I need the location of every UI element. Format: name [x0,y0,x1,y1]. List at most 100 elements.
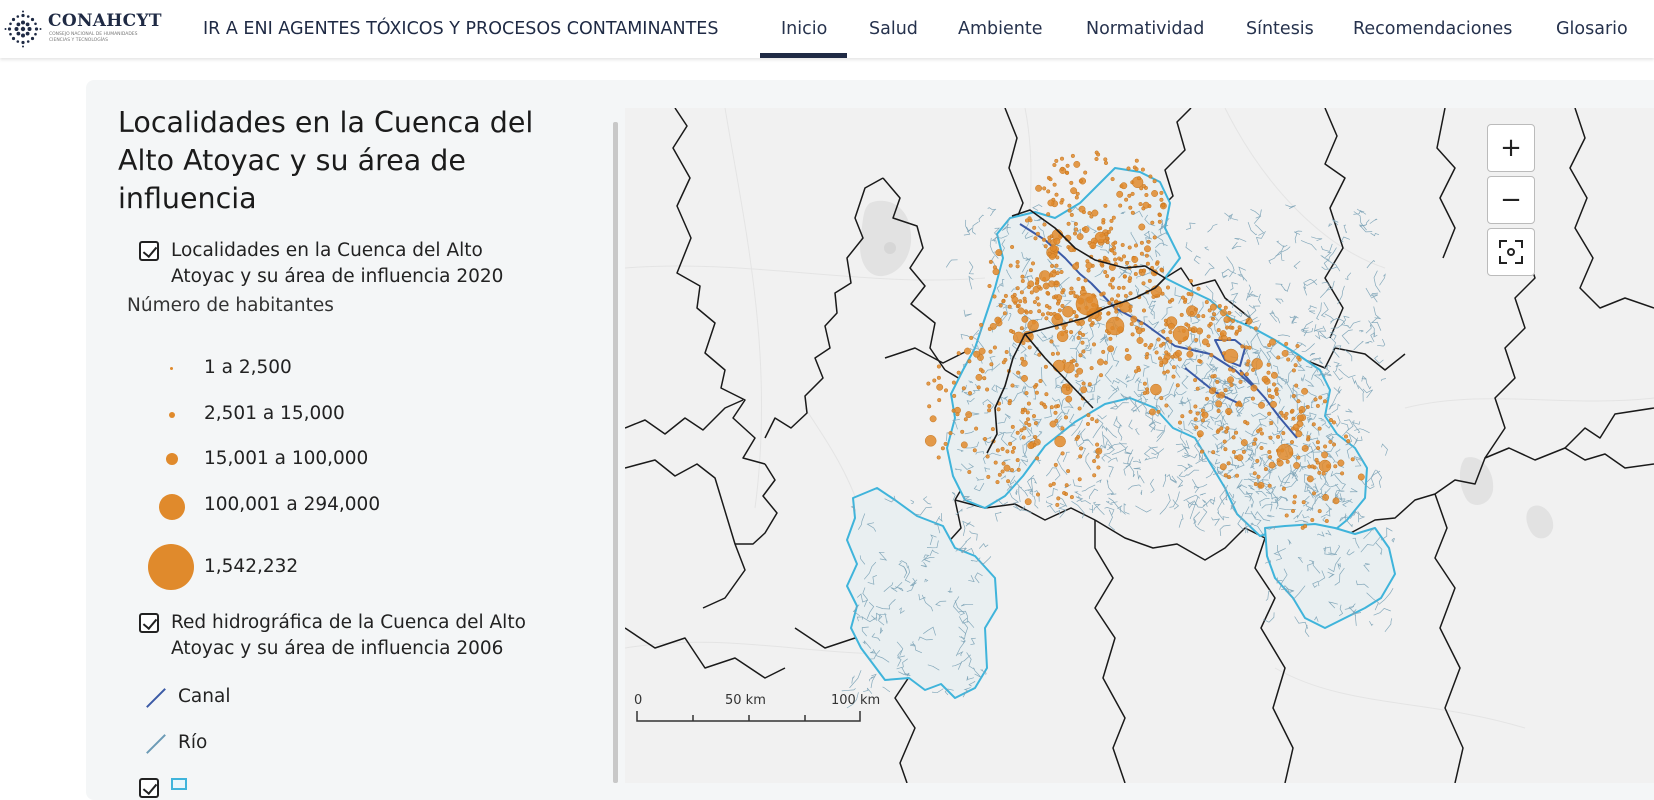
locality-dot[interactable] [1131,333,1135,337]
locality-dot[interactable] [1062,288,1066,292]
locality-dot[interactable] [996,249,1002,255]
locality-dot[interactable] [1171,355,1175,359]
locality-dot[interactable] [1160,198,1164,202]
locality-dot[interactable] [1142,282,1146,286]
locality-dot[interactable] [1033,300,1037,304]
locality-dot[interactable] [1004,294,1008,298]
locality-dot[interactable] [1145,254,1149,258]
locality-dot[interactable] [1218,392,1224,398]
locality-dot[interactable] [937,398,941,402]
locality-dot[interactable] [1293,462,1299,468]
locality-dot[interactable] [930,416,936,422]
locality-dot[interactable] [1188,327,1192,331]
locality-dot[interactable] [1104,204,1108,208]
locality-dot[interactable] [1194,308,1198,312]
locality-dot[interactable] [1169,340,1173,344]
locality-dot[interactable] [1110,219,1114,223]
locality-dot[interactable] [966,411,972,417]
locality-dot[interactable] [1197,431,1203,437]
locality-dot[interactable] [1037,285,1041,289]
locality-dot[interactable] [1025,499,1031,505]
locality-dot[interactable] [1268,455,1272,459]
locality-dot[interactable] [1003,312,1007,316]
locality-dot[interactable] [987,475,991,479]
locality-dot[interactable] [1053,163,1057,167]
locality-dot[interactable] [1242,450,1246,454]
locality-dot[interactable] [1303,524,1307,528]
locality-dot[interactable] [1008,305,1012,309]
locality-dot[interactable] [1284,342,1288,346]
locality-dot[interactable] [1062,326,1066,330]
locality-dot[interactable] [1075,374,1079,378]
locality-dot[interactable] [1105,237,1109,241]
locality-dot[interactable] [996,449,1000,453]
locality-dot[interactable] [957,351,961,355]
locality-dot[interactable] [1282,414,1286,418]
locality-dot[interactable] [1032,226,1036,230]
locality-dot[interactable] [1056,271,1060,275]
locality-dot[interactable] [1140,322,1144,326]
locality-dot[interactable] [1212,312,1216,316]
locality-dot[interactable] [1299,410,1303,414]
locality-dot[interactable] [1190,311,1194,315]
locality-dot[interactable] [1103,270,1107,274]
locality-dot[interactable] [1135,159,1139,163]
locality-dot[interactable] [1090,366,1094,370]
locality-dot[interactable] [1217,328,1221,332]
locality-dot[interactable] [1162,204,1166,208]
locality-dot[interactable] [1220,464,1226,470]
locality-dot[interactable] [1016,431,1020,435]
locality-dot[interactable] [1140,241,1144,245]
locality-dot[interactable] [1277,458,1281,462]
locality-dot[interactable] [989,260,993,264]
locality-dot[interactable] [1060,201,1064,205]
locality-dot[interactable] [1158,357,1162,361]
locality-dot[interactable] [1144,343,1148,347]
locality-dot[interactable] [1041,313,1045,317]
locality-dot[interactable] [1268,484,1272,488]
locality-dot[interactable] [1039,379,1043,383]
locality-dot[interactable] [999,304,1003,308]
locality-dot[interactable] [1076,368,1082,374]
locality-dot[interactable] [937,384,943,390]
locality-dot[interactable] [1054,238,1060,244]
nav-normatividad[interactable]: Normatividad [1086,19,1204,39]
locality-dot[interactable] [1187,351,1193,357]
locality-dot[interactable] [1139,269,1143,273]
locality-dot[interactable] [1160,396,1164,400]
locality-dot[interactable] [1272,383,1276,387]
locality-dot[interactable] [937,365,941,369]
locality-dot[interactable] [1294,384,1298,388]
locality-dot[interactable] [988,327,992,331]
locality-dot[interactable] [1017,468,1021,472]
locality-dot[interactable] [1098,226,1102,230]
locality-dot[interactable] [1208,309,1212,313]
locality-dot[interactable] [1254,482,1258,486]
locality-dot[interactable] [1057,300,1061,304]
locality-dot[interactable] [1155,351,1159,355]
locality-dot[interactable] [988,404,992,408]
locality-dot[interactable] [1158,213,1162,217]
locality-dot[interactable] [1048,236,1052,240]
locality-dot[interactable] [1100,293,1104,297]
locality-dot[interactable] [1017,304,1021,308]
locality-dot[interactable] [1196,412,1200,416]
locality-dot[interactable] [1296,356,1300,360]
locality-dot[interactable] [1149,409,1155,415]
locality-dot[interactable] [1218,304,1222,308]
locality-dot[interactable] [1178,358,1182,362]
locality-dot[interactable] [1066,164,1070,168]
locality-dot[interactable] [1192,328,1196,332]
locality-dot[interactable] [1071,154,1075,158]
locality-dot[interactable] [1344,435,1348,439]
locality-dot[interactable] [1194,417,1198,421]
locality-dot[interactable] [1145,388,1149,392]
locality-dot[interactable] [1270,401,1276,407]
locality-dot[interactable] [1194,405,1198,409]
locality-dot[interactable] [1308,465,1312,469]
locality-dot[interactable] [1117,191,1123,197]
locality-dot[interactable] [1092,474,1096,478]
layer-next-checkbox[interactable] [139,778,159,798]
locality-dot[interactable] [1095,443,1099,447]
locality-dot[interactable] [1135,167,1139,171]
